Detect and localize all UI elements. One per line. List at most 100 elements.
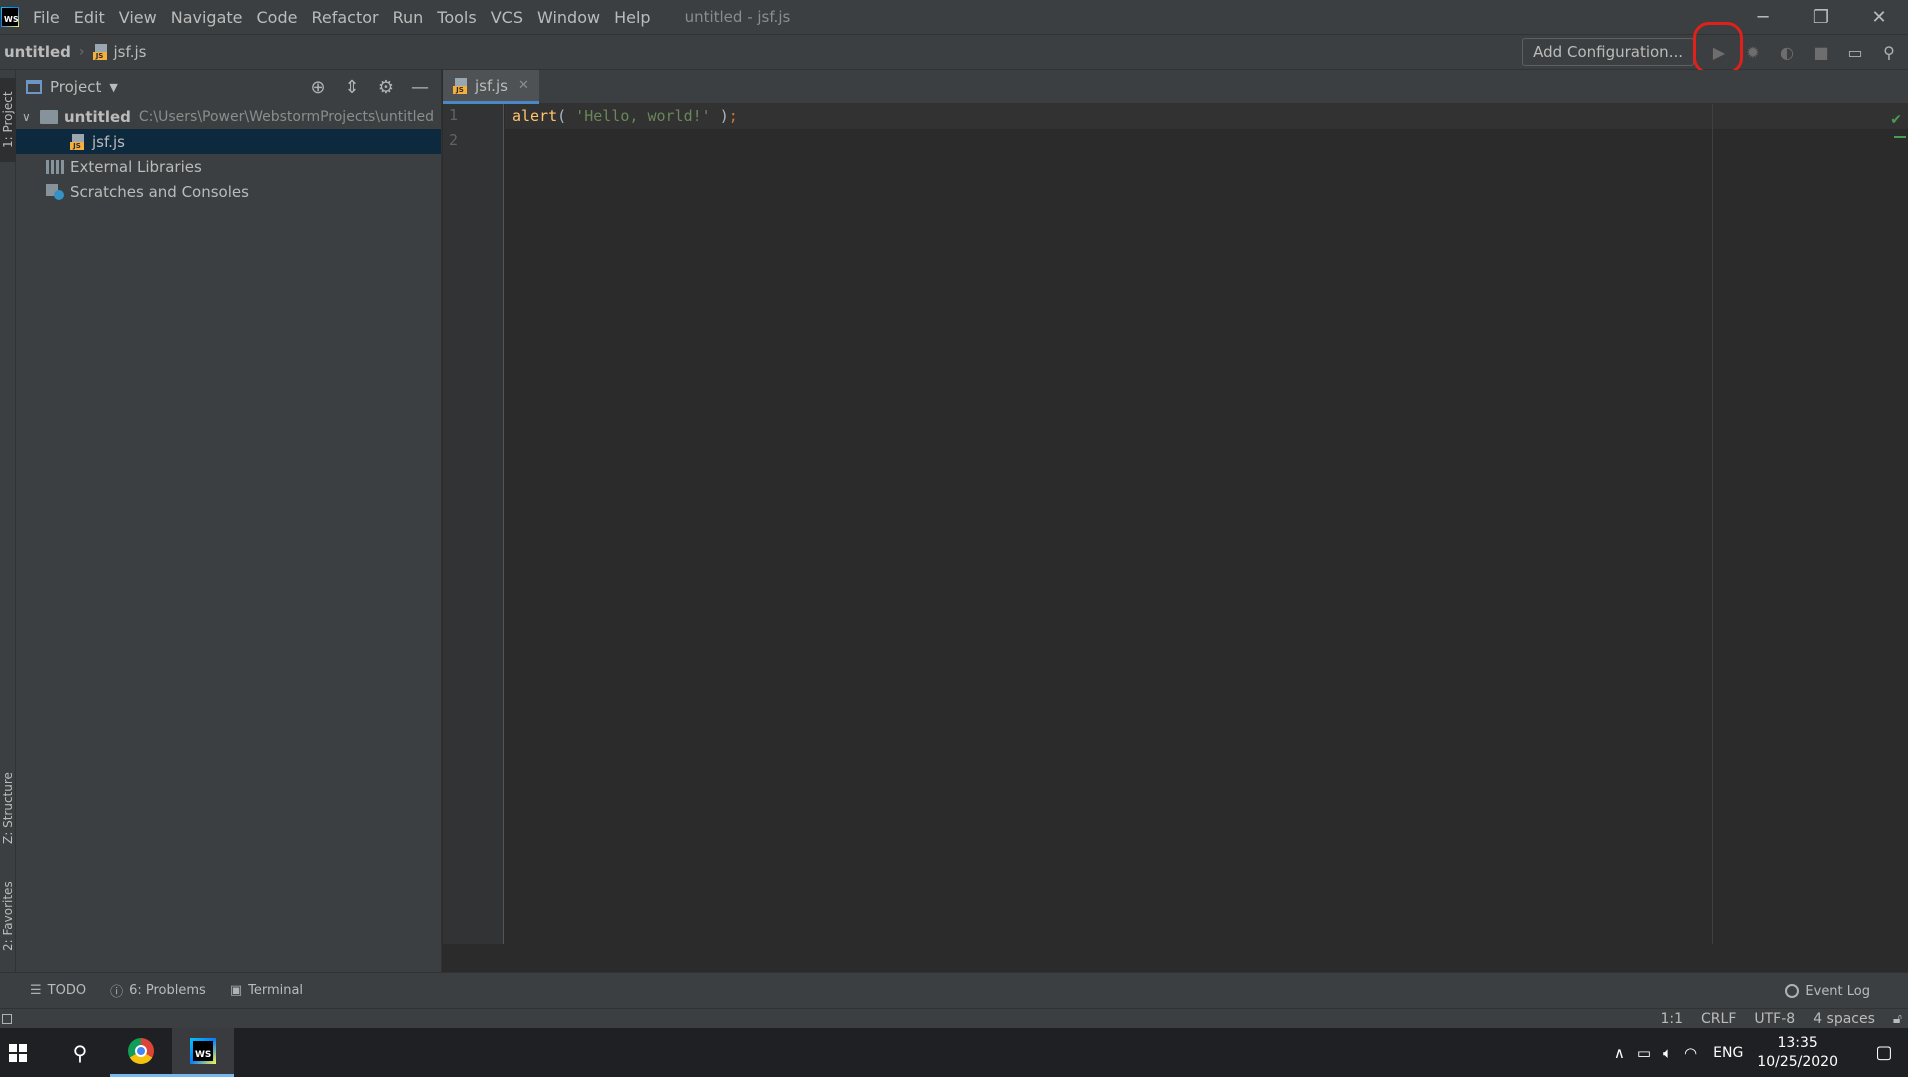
js-file-icon [92, 44, 109, 60]
start-button[interactable] [0, 1028, 36, 1077]
code-close-paren: ) [710, 107, 729, 125]
tree-item-label: jsf.js [92, 132, 125, 151]
menu-refactor[interactable]: Refactor [311, 8, 378, 27]
webstorm-icon [190, 1038, 216, 1064]
toggle-tool-windows-icon[interactable] [2, 1013, 12, 1024]
chevron-down-icon[interactable]: ∨ [22, 110, 40, 124]
terminal-tool-button[interactable]: ▣ Terminal [230, 983, 303, 998]
js-file-icon [453, 77, 469, 94]
indent-setting[interactable]: 4 spaces [1813, 1011, 1875, 1027]
scratches-icon [46, 183, 64, 200]
tree-item-jsf-js[interactable]: jsf.js [16, 129, 441, 154]
tree-item-external-libraries[interactable]: External Libraries [16, 154, 441, 179]
menu-code[interactable]: Code [257, 8, 298, 27]
taskbar-webstorm[interactable] [172, 1028, 234, 1077]
lock-icon[interactable]: 🔓︎ [1893, 1011, 1902, 1027]
battery-icon[interactable]: ▭ [1637, 1044, 1651, 1062]
chrome-icon [128, 1038, 154, 1064]
close-window-button[interactable]: ✕ [1850, 0, 1908, 34]
breadcrumb-project[interactable]: untitled [4, 43, 71, 61]
tool-label: 6: Problems [129, 983, 206, 998]
right-margin-guide [1712, 104, 1713, 944]
line-number: 2 [449, 131, 459, 149]
file-encoding[interactable]: UTF-8 [1754, 1011, 1795, 1027]
tree-item-project-root[interactable]: ∨ untitled C:\Users\Power\WebstormProjec… [16, 104, 441, 129]
tree-item-label: External Libraries [70, 157, 202, 176]
folder-icon [40, 109, 58, 124]
windows-taskbar: ⚲ ∧ ▭ 🔈︎ ◠ ENG 13:35 10/25/2020 ▢ [0, 1028, 1908, 1077]
locate-file-icon[interactable]: ⊕ [301, 77, 335, 98]
code-semicolon: ; [728, 107, 738, 125]
system-tray: ∧ ▭ 🔈︎ ◠ ENG 13:35 10/25/2020 ▢ [1614, 1028, 1908, 1077]
chevron-down-icon[interactable]: ▼ [109, 81, 117, 94]
menu-help[interactable]: Help [614, 8, 650, 27]
code-string-literal: 'Hello, world!' [575, 107, 711, 125]
project-view-selector[interactable]: Project [50, 78, 101, 96]
project-root-name: untitled [64, 107, 131, 126]
code-editor[interactable]: alert( 'Hello, world!' ); ✔ [505, 104, 1908, 944]
project-structure-icon[interactable]: ▭ [1840, 37, 1870, 67]
minimize-button[interactable]: ─ [1734, 0, 1792, 34]
navigation-bar: untitled › jsf.js Add Configuration... ▶… [0, 34, 1908, 70]
system-clock[interactable]: 13:35 10/25/2020 [1757, 1034, 1838, 1072]
tool-label: Terminal [248, 983, 304, 998]
line-separator[interactable]: CRLF [1701, 1011, 1736, 1027]
restore-button[interactable]: ❐ [1792, 0, 1850, 34]
menu-file[interactable]: File [33, 8, 60, 27]
tree-item-scratches[interactable]: Scratches and Consoles [16, 179, 441, 204]
status-bar: 1:1 CRLF UTF-8 4 spaces 🔓︎ [0, 1008, 1908, 1028]
project-tree: ∨ untitled C:\Users\Power\WebstormProjec… [16, 104, 441, 204]
js-file-icon [70, 133, 86, 150]
menu-vcs[interactable]: VCS [491, 8, 523, 27]
stop-icon[interactable]: ■ [1806, 37, 1836, 67]
notification-icon[interactable]: ▢ [1860, 1028, 1908, 1077]
structure-tool-tab[interactable]: Z: Structure [0, 760, 16, 856]
menu-edit[interactable]: Edit [74, 8, 105, 27]
menu-tools[interactable]: Tools [437, 8, 476, 27]
editor-tab-jsf-js[interactable]: jsf.js ✕ [443, 70, 539, 104]
volume-icon[interactable]: 🔈︎ [1663, 1044, 1672, 1062]
line-number: 1 [449, 106, 459, 124]
project-view-icon [26, 80, 42, 94]
wifi-icon[interactable]: ◠ [1684, 1044, 1697, 1062]
project-tool-tab[interactable]: 1: Project [0, 78, 16, 162]
input-language[interactable]: ENG [1713, 1045, 1743, 1061]
hide-panel-icon[interactable]: — [403, 77, 437, 98]
event-log-icon [1785, 984, 1800, 998]
run-icon[interactable]: ▶ [1704, 37, 1734, 67]
breadcrumb-file[interactable]: jsf.js [114, 43, 147, 61]
menu-view[interactable]: View [119, 8, 157, 27]
todo-tool-button[interactable]: ☰ TODO [30, 983, 86, 998]
search-icon[interactable]: ⚲ [1874, 37, 1904, 67]
favorites-tool-tab[interactable]: 2: Favorites [0, 870, 16, 962]
coverage-icon[interactable]: ◐ [1772, 37, 1802, 67]
menu-navigate[interactable]: Navigate [171, 8, 243, 27]
project-panel-header: Project ▼ ⊕ ⇕ ⚙ — [16, 70, 441, 104]
close-icon[interactable]: ✕ [518, 78, 529, 93]
search-icon[interactable]: ⚲ [50, 1028, 110, 1077]
menu-window[interactable]: Window [537, 8, 600, 27]
window-title: untitled - jsf.js [684, 8, 791, 26]
project-panel: Project ▼ ⊕ ⇕ ⚙ — ∨ untitled C:\Users\Po… [16, 70, 442, 972]
taskbar-chrome[interactable] [110, 1028, 172, 1077]
debug-icon[interactable]: ✹ [1738, 37, 1768, 67]
terminal-icon: ▣ [229, 983, 243, 998]
project-panel-tools: ⊕ ⇕ ⚙ — [301, 70, 437, 104]
problems-tool-button[interactable]: ⓘ 6: Problems [110, 981, 206, 1000]
checkmark-icon[interactable]: ✔ [1890, 112, 1902, 128]
clock-date: 10/25/2020 [1757, 1053, 1838, 1070]
chevron-up-icon[interactable]: ∧ [1614, 1044, 1625, 1062]
line-number-gutter: 1 2 [443, 104, 504, 944]
clock-time: 13:35 [1777, 1034, 1818, 1051]
gear-icon[interactable]: ⚙ [369, 77, 403, 98]
toolbar-right: Add Configuration... ▶ ✹ ◐ ■ ▭ ⚲ [1522, 35, 1908, 69]
caret-position[interactable]: 1:1 [1660, 1011, 1683, 1027]
windows-logo-icon [9, 1043, 27, 1062]
webstorm-logo-icon[interactable]: WS [1, 7, 19, 27]
tool-label: TODO [47, 983, 87, 998]
library-icon [46, 159, 64, 174]
event-log-button[interactable]: Event Log [1785, 973, 1870, 1009]
add-configuration-button[interactable]: Add Configuration... [1522, 38, 1694, 66]
collapse-all-icon[interactable]: ⇕ [335, 77, 369, 98]
menu-run[interactable]: Run [393, 8, 424, 27]
